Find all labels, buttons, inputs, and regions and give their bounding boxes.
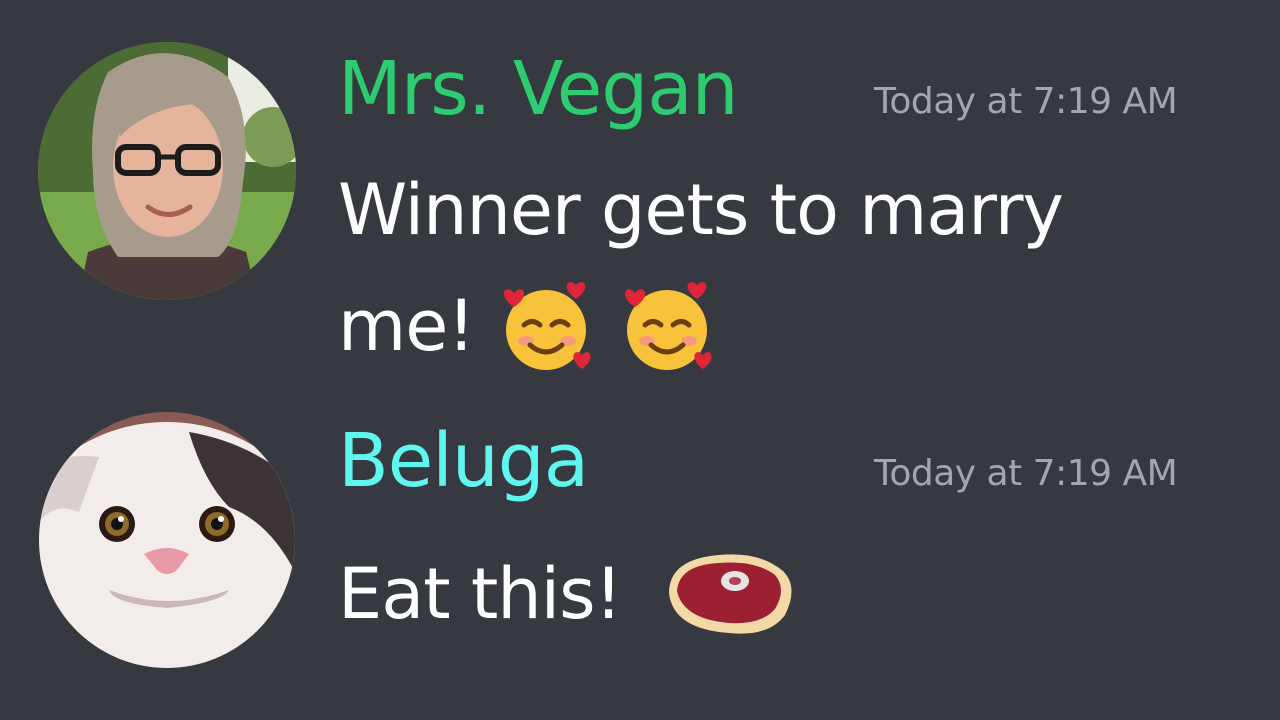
beluga-cat-avatar-icon <box>39 412 295 668</box>
user-avatar[interactable] <box>38 42 296 300</box>
user-avatar[interactable] <box>39 412 295 668</box>
message-item: Beluga Today at 7:19 AM Eat this! <box>0 400 1280 720</box>
smiling-face-with-hearts-icon <box>617 275 717 375</box>
username[interactable]: Mrs. Vegan <box>338 52 738 126</box>
timestamp: Today at 7:19 AM <box>874 453 1178 494</box>
timestamp: Today at 7:19 AM <box>874 81 1178 122</box>
woman-with-glasses-avatar-icon <box>38 42 296 300</box>
smiling-face-with-hearts-icon <box>496 275 596 375</box>
chat-messages: Mrs. Vegan Today at 7:19 AM Winner gets … <box>0 0 1280 720</box>
message-text: Eat this! <box>338 536 1218 652</box>
message-item: Mrs. Vegan Today at 7:19 AM Winner gets … <box>0 0 1280 400</box>
message-text: Winner gets to marry me! <box>338 152 1218 384</box>
cut-of-meat-icon <box>659 545 799 641</box>
username[interactable]: Beluga <box>338 424 589 498</box>
message-body: Eat this! <box>338 553 623 635</box>
